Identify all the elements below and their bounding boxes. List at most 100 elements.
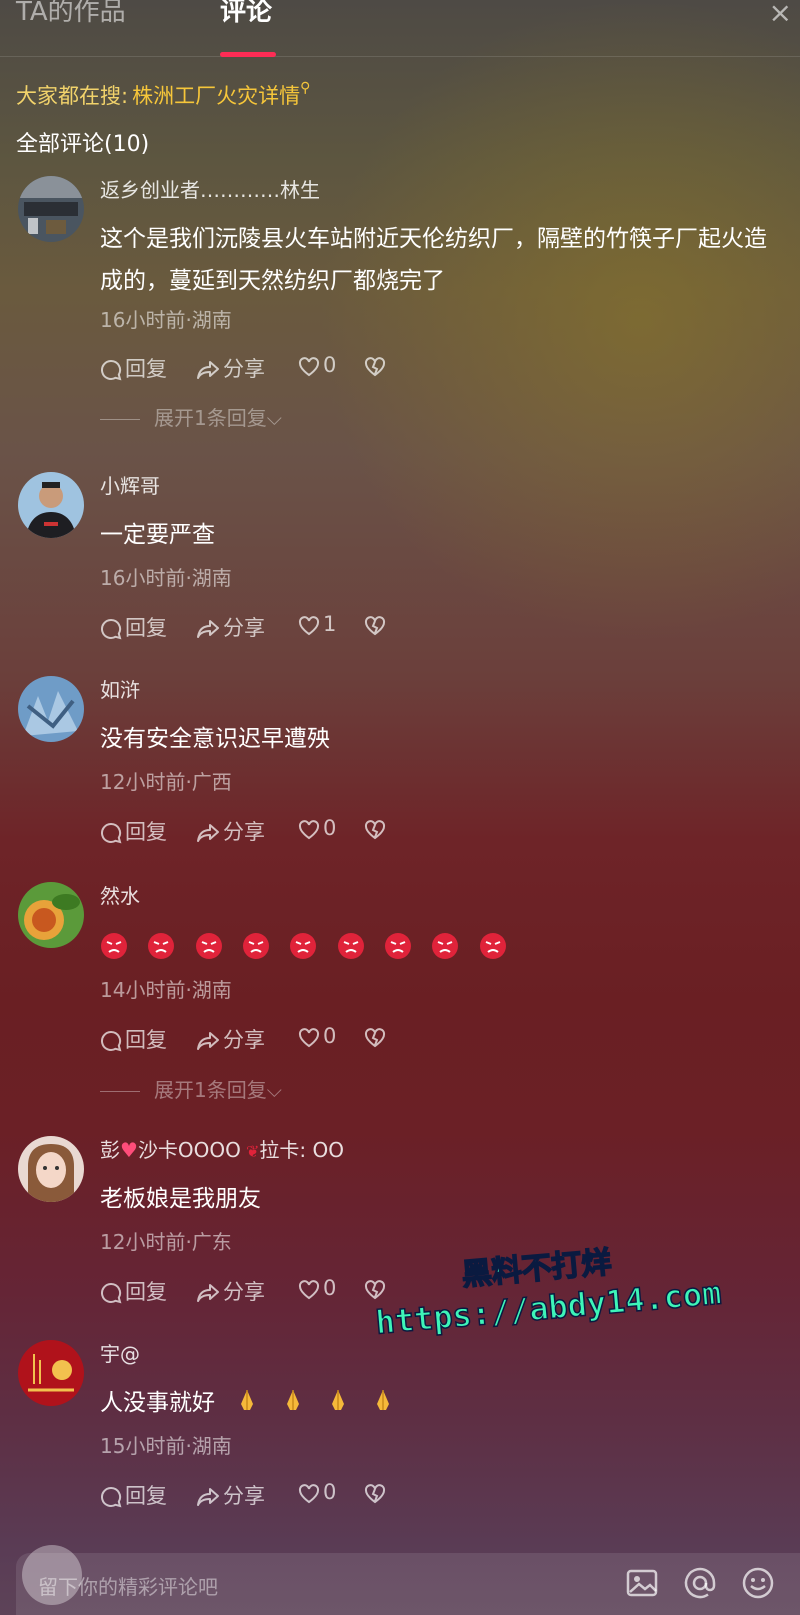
- expand-replies-label: 展开1条回复: [154, 406, 267, 430]
- hot-search[interactable]: 大家都在搜: 株洲工厂火灾详情⚲: [16, 80, 310, 110]
- like-button[interactable]: 0: [298, 816, 336, 840]
- reply-icon: [101, 1486, 122, 1508]
- emoji-icon[interactable]: [740, 1565, 776, 1601]
- chevron-down-icon: ⌵: [266, 406, 282, 430]
- mention-icon[interactable]: [682, 1565, 718, 1601]
- angry-face-icon: [431, 932, 459, 960]
- comment-text-row: 人没事就好: [100, 1382, 780, 1424]
- comment-input-bar[interactable]: 留下你的精彩评论吧: [16, 1553, 800, 1615]
- close-icon[interactable]: ×: [769, 0, 792, 29]
- angry-face-icon: [479, 932, 507, 960]
- like-count: 0: [323, 816, 337, 840]
- username-part: 沙卡OOOO: [137, 1138, 241, 1162]
- avatar[interactable]: [18, 472, 84, 538]
- reply-button[interactable]: 回复: [100, 1480, 167, 1510]
- comment-input-placeholder[interactable]: 留下你的精彩评论吧: [38, 1571, 218, 1600]
- share-icon: [197, 1032, 219, 1050]
- heart-icon: [298, 616, 320, 636]
- search-icon: ⚲: [300, 80, 311, 96]
- share-button[interactable]: 分享: [196, 816, 265, 846]
- tab-active-indicator: [220, 52, 276, 57]
- like-button[interactable]: 0: [298, 1024, 336, 1048]
- username[interactable]: 小辉哥: [100, 470, 160, 499]
- comment-time-location: 16小时前·湖南: [100, 308, 232, 332]
- reply-icon: [101, 1030, 122, 1052]
- reply-label: 回复: [125, 616, 167, 640]
- broken-heart-icon: [364, 820, 386, 840]
- reply-button[interactable]: 回复: [100, 1276, 167, 1306]
- dislike-button[interactable]: [364, 353, 389, 377]
- broken-heart-icon: [364, 1028, 386, 1048]
- broken-heart-icon: [364, 1484, 386, 1504]
- angry-face-icon: [289, 932, 317, 960]
- reply-icon: [101, 618, 122, 640]
- tab-bar: TA的作品 评论 ×: [0, 0, 800, 57]
- dislike-button[interactable]: [364, 816, 389, 840]
- share-button[interactable]: 分享: [196, 1276, 265, 1306]
- like-button[interactable]: 0: [298, 353, 336, 377]
- username[interactable]: 然水: [100, 880, 140, 909]
- tab-comments[interactable]: 评论: [220, 0, 272, 30]
- heart-icon: [298, 820, 320, 840]
- reply-button[interactable]: 回复: [100, 353, 167, 383]
- share-button[interactable]: 分享: [196, 612, 265, 642]
- broken-heart-icon: [364, 357, 386, 377]
- comment-text: 一定要严查: [100, 522, 215, 548]
- comment-time-location: 15小时前·湖南: [100, 1434, 232, 1458]
- expand-replies[interactable]: 展开1条回复⌵: [100, 1074, 282, 1103]
- angry-face-icon: [337, 932, 365, 960]
- image-icon[interactable]: [624, 1565, 660, 1601]
- comment-time-location: 14小时前·湖南: [100, 978, 232, 1002]
- share-icon: [197, 1488, 219, 1506]
- username[interactable]: 宇@: [100, 1338, 140, 1367]
- reply-icon: [101, 822, 122, 844]
- angry-face-icon: [384, 932, 412, 960]
- share-label: 分享: [223, 357, 265, 381]
- reply-button[interactable]: 回复: [100, 612, 167, 642]
- share-button[interactable]: 分享: [196, 353, 265, 383]
- like-count: 0: [323, 1480, 337, 1504]
- angry-face-icon: [242, 932, 270, 960]
- reply-button[interactable]: 回复: [100, 816, 167, 846]
- dislike-button[interactable]: [364, 612, 389, 636]
- expand-replies-label: 展开1条回复: [154, 1078, 267, 1102]
- heart-icon: [298, 1280, 320, 1300]
- watermark: 黑料不打烊 https://abdy14.com: [370, 1227, 739, 1378]
- reply-button[interactable]: 回复: [100, 1024, 167, 1054]
- hot-search-label: 大家都在搜:: [16, 84, 129, 108]
- avatar[interactable]: [18, 1136, 84, 1202]
- comment-text: 没有安全意识迟早遭殃: [100, 726, 330, 752]
- dislike-button[interactable]: [364, 1024, 389, 1048]
- share-icon: [197, 620, 219, 638]
- share-label: 分享: [223, 616, 265, 640]
- reply-label: 回复: [125, 1280, 167, 1304]
- angry-face-icon: [147, 932, 175, 960]
- username[interactable]: 如浒: [100, 674, 140, 703]
- avatar[interactable]: [18, 1340, 84, 1406]
- share-button[interactable]: 分享: [196, 1480, 265, 1510]
- username[interactable]: 返乡创业者…………林生: [100, 174, 320, 203]
- hot-search-keyword[interactable]: 株洲工厂火灾详情: [132, 84, 300, 108]
- username[interactable]: 彭♥沙卡OOOO ❦拉卡: OO: [100, 1134, 344, 1163]
- like-button[interactable]: 1: [298, 612, 336, 636]
- tab-works[interactable]: TA的作品: [16, 0, 126, 30]
- broken-heart-icon: [364, 616, 386, 636]
- share-icon: [197, 824, 219, 842]
- like-button[interactable]: 0: [298, 1480, 336, 1504]
- avatar[interactable]: [18, 882, 84, 948]
- dislike-button[interactable]: [364, 1480, 389, 1504]
- share-button[interactable]: 分享: [196, 1024, 265, 1054]
- username-part: 彭: [100, 1138, 120, 1162]
- avatar[interactable]: [18, 176, 84, 242]
- emoji-row: [100, 932, 780, 974]
- chevron-down-icon: ⌵: [266, 1078, 282, 1102]
- comment-time-location: 12小时前·广西: [100, 770, 232, 794]
- heart-icon: [298, 357, 320, 377]
- avatar[interactable]: [18, 676, 84, 742]
- reply-label: 回复: [125, 1484, 167, 1508]
- share-label: 分享: [223, 1028, 265, 1052]
- expand-replies[interactable]: 展开1条回复⌵: [100, 402, 282, 431]
- reply-label: 回复: [125, 820, 167, 844]
- like-button[interactable]: 0: [298, 1276, 336, 1300]
- reply-icon: [101, 1282, 122, 1304]
